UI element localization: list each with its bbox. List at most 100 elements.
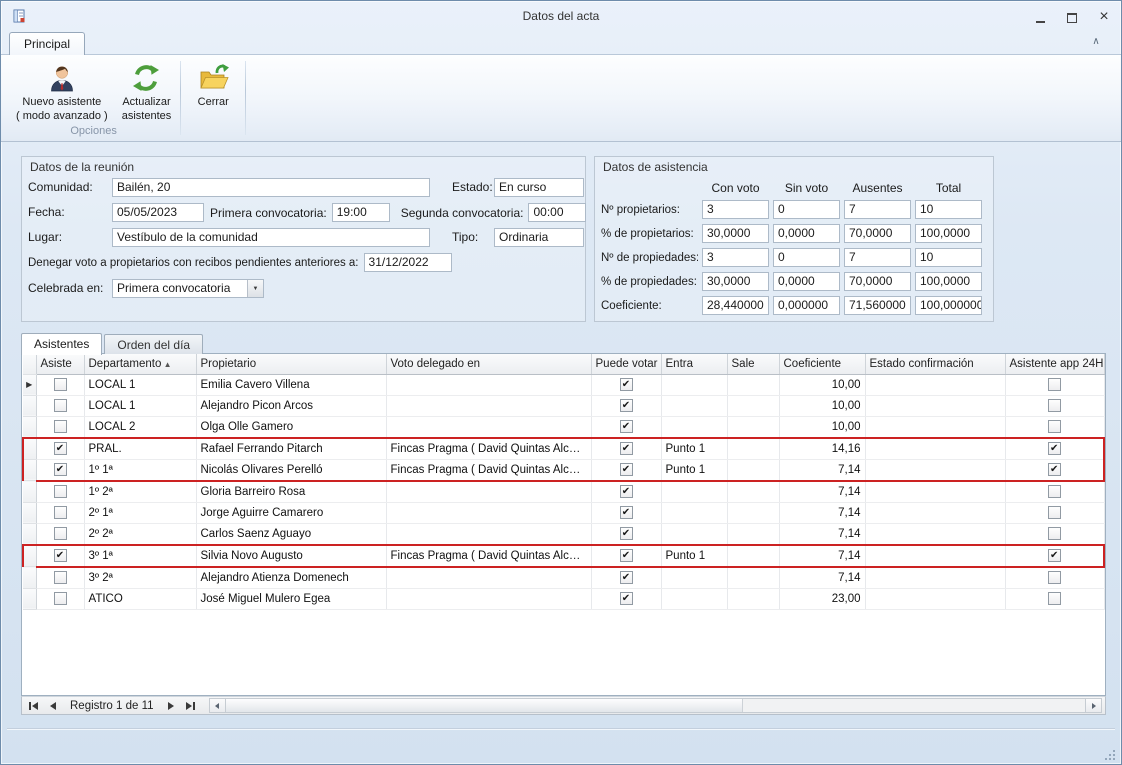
column-header[interactable]: Asiste xyxy=(36,354,84,374)
checkbox[interactable] xyxy=(54,378,67,391)
scroll-right-icon[interactable] xyxy=(1085,699,1101,712)
checkbox[interactable]: ✔ xyxy=(620,571,633,584)
fecha-field[interactable]: 05/05/2023 xyxy=(112,203,204,222)
table-row[interactable]: ATICOJosé Miguel Mulero Egea✔23,00 xyxy=(23,588,1104,609)
attendance-value-field[interactable]: 3 xyxy=(702,248,769,267)
primera-convocatoria-field[interactable]: 19:00 xyxy=(332,203,390,222)
lugar-field[interactable]: Vestíbulo de la comunidad xyxy=(112,228,430,247)
tab-asistentes[interactable]: Asistentes xyxy=(21,333,102,355)
column-header[interactable]: Departamento ▲ xyxy=(84,354,196,374)
attendance-value-field[interactable]: 10 xyxy=(915,200,982,219)
attendance-value-field[interactable]: 3 xyxy=(702,200,769,219)
table-row[interactable]: LOCAL 2Olga Olle Gamero✔10,00 xyxy=(23,416,1104,438)
checkbox[interactable] xyxy=(1048,571,1061,584)
table-row[interactable]: ✔3º 1ªSilvia Novo AugustoFincas Pragma (… xyxy=(23,545,1104,567)
table-row[interactable]: 2º 1ªJorge Aguirre Camarero✔7,14 xyxy=(23,502,1104,523)
next-record-button[interactable] xyxy=(163,698,180,713)
scrollbar-thumb[interactable] xyxy=(226,699,743,712)
checkbox[interactable]: ✔ xyxy=(620,399,633,412)
checkbox[interactable] xyxy=(1048,592,1061,605)
checkbox[interactable]: ✔ xyxy=(620,527,633,540)
checkbox[interactable]: ✔ xyxy=(1048,442,1061,455)
column-header[interactable]: Estado confirmación xyxy=(865,354,1005,374)
checkbox[interactable]: ✔ xyxy=(620,485,633,498)
attendance-value-field[interactable]: 100,000000 xyxy=(915,296,982,315)
estado-field[interactable]: En curso xyxy=(494,178,584,197)
attendance-value-field[interactable]: 0 xyxy=(773,248,840,267)
checkbox[interactable] xyxy=(1048,485,1061,498)
checkbox[interactable] xyxy=(1048,527,1061,540)
attendance-value-field[interactable]: 0,0000 xyxy=(773,272,840,291)
checkbox[interactable] xyxy=(54,592,67,605)
table-row[interactable]: LOCAL 1Alejandro Picon Arcos✔10,00 xyxy=(23,395,1104,416)
checkbox[interactable]: ✔ xyxy=(54,442,67,455)
attendance-value-field[interactable]: 70,0000 xyxy=(844,272,911,291)
column-header[interactable]: Entra xyxy=(661,354,727,374)
checkbox[interactable]: ✔ xyxy=(54,549,67,562)
new-attendee-button[interactable]: Nuevo asistente( modo avanzado ) xyxy=(9,57,115,124)
close-form-button[interactable]: Cerrar xyxy=(183,57,243,110)
column-header[interactable]: Voto delegado en xyxy=(386,354,591,374)
checkbox[interactable] xyxy=(1048,420,1061,433)
checkbox[interactable] xyxy=(1048,399,1061,412)
close-button[interactable]: × xyxy=(1097,9,1111,23)
table-row[interactable]: 1º 2ªGloria Barreiro Rosa✔7,14 xyxy=(23,481,1104,503)
tab-orden-del-dia[interactable]: Orden del día xyxy=(104,334,203,354)
checkbox[interactable] xyxy=(1048,506,1061,519)
ribbon-collapse-icon[interactable]: ∧ xyxy=(1087,35,1105,50)
attendance-value-field[interactable]: 0 xyxy=(773,200,840,219)
checkbox[interactable] xyxy=(54,506,67,519)
checkbox[interactable]: ✔ xyxy=(620,442,633,455)
attendance-value-field[interactable]: 70,0000 xyxy=(844,224,911,243)
checkbox[interactable]: ✔ xyxy=(620,506,633,519)
attendance-value-field[interactable]: 7 xyxy=(844,200,911,219)
checkbox[interactable]: ✔ xyxy=(620,549,633,562)
attendance-value-field[interactable]: 100,0000 xyxy=(915,224,982,243)
checkbox[interactable]: ✔ xyxy=(620,592,633,605)
dropdown-arrow-icon[interactable]: ▼ xyxy=(247,280,263,297)
checkbox[interactable] xyxy=(1048,378,1061,391)
prev-record-button[interactable] xyxy=(44,698,61,713)
column-header[interactable]: Coeficiente xyxy=(779,354,865,374)
column-header[interactable]: Propietario xyxy=(196,354,386,374)
attendance-value-field[interactable]: 71,560000 xyxy=(844,296,911,315)
table-row[interactable]: ▶LOCAL 1Emilia Cavero Villena✔10,00 xyxy=(23,374,1104,395)
checkbox[interactable] xyxy=(54,399,67,412)
refresh-attendees-button[interactable]: Actualizarasistentes xyxy=(115,57,179,124)
table-row[interactable]: ✔1º 1ªNicolás Olivares PerellóFincas Pra… xyxy=(23,459,1104,481)
attendance-value-field[interactable]: 28,440000 xyxy=(702,296,769,315)
last-record-button[interactable] xyxy=(182,698,199,713)
checkbox[interactable]: ✔ xyxy=(620,378,633,391)
attendance-value-field[interactable]: 100,0000 xyxy=(915,272,982,291)
attendance-value-field[interactable]: 0,0000 xyxy=(773,224,840,243)
segunda-convocatoria-field[interactable]: 00:00 xyxy=(528,203,586,222)
maximize-button[interactable] xyxy=(1065,9,1079,23)
checkbox[interactable]: ✔ xyxy=(620,463,633,476)
minimize-button[interactable] xyxy=(1033,9,1047,23)
scroll-left-icon[interactable] xyxy=(210,699,226,712)
attendance-value-field[interactable]: 10 xyxy=(915,248,982,267)
checkbox[interactable]: ✔ xyxy=(1048,549,1061,562)
table-row[interactable]: ✔PRAL.Rafael Ferrando PitarchFincas Prag… xyxy=(23,438,1104,460)
checkbox[interactable] xyxy=(54,571,67,584)
checkbox[interactable]: ✔ xyxy=(54,463,67,476)
checkbox[interactable] xyxy=(54,485,67,498)
tab-principal[interactable]: Principal xyxy=(9,32,85,55)
first-record-button[interactable] xyxy=(25,698,42,713)
celebrada-en-select[interactable]: Primera convocatoria ▼ xyxy=(112,279,264,298)
comunidad-field[interactable]: Bailén, 20 xyxy=(112,178,430,197)
table-row[interactable]: 3º 2ªAlejandro Atienza Domenech✔7,14 xyxy=(23,567,1104,589)
horizontal-scrollbar[interactable] xyxy=(209,698,1102,713)
checkbox[interactable]: ✔ xyxy=(620,420,633,433)
attendance-value-field[interactable]: 30,0000 xyxy=(702,272,769,291)
tipo-field[interactable]: Ordinaria xyxy=(494,228,584,247)
denegar-voto-fecha-field[interactable]: 31/12/2022 xyxy=(364,253,452,272)
attendance-value-field[interactable]: 7 xyxy=(844,248,911,267)
checkbox[interactable]: ✔ xyxy=(1048,463,1061,476)
column-header[interactable]: Asistente app 24H xyxy=(1005,354,1104,374)
table-row[interactable]: 2º 2ªCarlos Saenz Aguayo✔7,14 xyxy=(23,523,1104,545)
column-header[interactable]: Puede votar xyxy=(591,354,661,374)
attendance-value-field[interactable]: 30,0000 xyxy=(702,224,769,243)
checkbox[interactable] xyxy=(54,527,67,540)
checkbox[interactable] xyxy=(54,420,67,433)
